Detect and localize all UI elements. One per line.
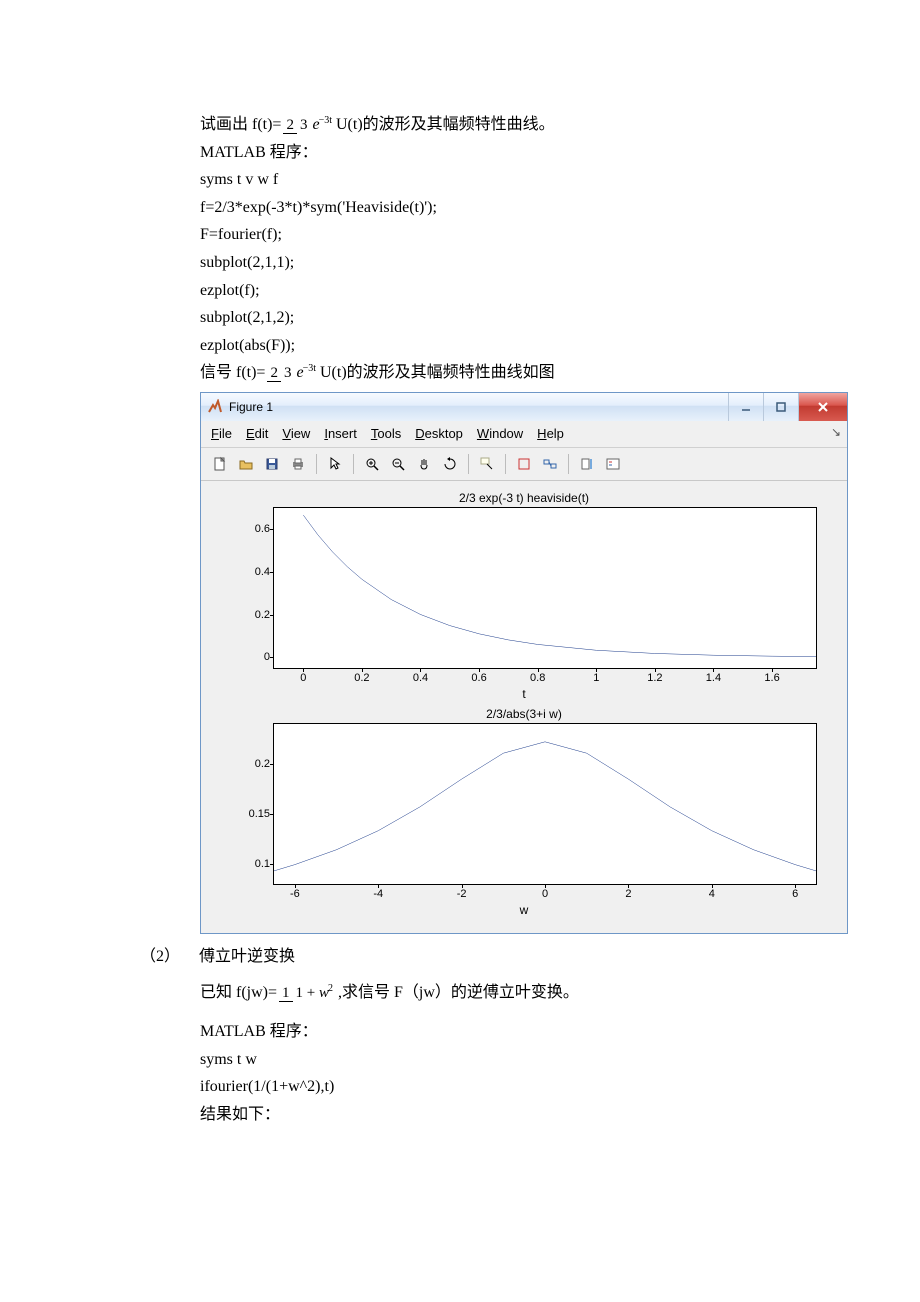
x-tick-label: 1: [593, 672, 599, 684]
text: 试画出 f(t)=: [200, 116, 281, 133]
insert-colorbar-icon[interactable]: [576, 453, 598, 475]
menu-help[interactable]: Help: [537, 426, 564, 441]
section-title: 傅立叶逆变换: [199, 948, 295, 965]
menu-window[interactable]: Window: [477, 426, 523, 441]
code-line: f=2/3*exp(-3*t)*sym('Heaviside(t)');: [200, 195, 860, 221]
document-page: 试画出 f(t)=23e−3t U(t)的波形及其幅频特性曲线。 MATLAB …: [0, 0, 920, 1302]
x-tick-label: 0.4: [413, 672, 428, 684]
x-tick-label: -2: [457, 888, 467, 900]
exponent: −3t: [319, 115, 332, 126]
x-tick-label: 1.6: [764, 672, 779, 684]
window-titlebar[interactable]: Figure 1: [201, 393, 847, 421]
rotate-icon[interactable]: [439, 453, 461, 475]
text: U(t)的波形及其幅频特性曲线如图: [316, 364, 555, 381]
axes-1[interactable]: 00.20.40.600.20.40.60.811.21.41.6: [273, 507, 817, 669]
fraction-numerator: 2: [283, 117, 297, 134]
minimize-button[interactable]: [728, 393, 763, 421]
y-tick-label: 0.15: [234, 808, 270, 820]
text: ,求信号 F（jw）的逆傅立叶变换。: [338, 984, 579, 1001]
x-tick-label: 0.2: [354, 672, 369, 684]
subplot-2: 2/3/abs(3+i w) 0.10.150.2-6-4-20246 w: [221, 707, 827, 917]
x-tick-label: -4: [373, 888, 383, 900]
x-tick-label: 4: [709, 888, 715, 900]
subplot-1: 2/3 exp(-3 t) heaviside(t) 00.20.40.600.…: [221, 491, 827, 701]
menu-bar: File Edit View Insert Tools Desktop Wind…: [201, 421, 847, 448]
menu-view[interactable]: View: [282, 426, 310, 441]
x-tick-label: 0: [542, 888, 548, 900]
data-cursor-icon[interactable]: [476, 453, 498, 475]
code-line: F=fourier(f);: [200, 222, 860, 248]
zoom-out-icon[interactable]: [387, 453, 409, 475]
code-line: syms t w: [200, 1047, 860, 1073]
problem-statement-1: 试画出 f(t)=23e−3t U(t)的波形及其幅频特性曲线。: [200, 112, 860, 138]
x-tick-label: 0.6: [471, 672, 486, 684]
link-icon[interactable]: [539, 453, 561, 475]
y-tick-label: 0.6: [234, 523, 270, 535]
x-tick-label: 0.8: [530, 672, 545, 684]
text: 信号 f(t)=: [200, 364, 265, 381]
menu-file[interactable]: File: [211, 426, 232, 441]
code-line: subplot(2,1,1);: [200, 250, 860, 276]
text: 已知 f(jw)=: [200, 984, 277, 1001]
menu-overflow-icon[interactable]: ↘: [831, 425, 841, 439]
menu-insert[interactable]: Insert: [324, 426, 357, 441]
y-tick-label: 0.1: [234, 858, 270, 870]
matlab-program-label-2: MATLAB 程序：: [200, 1019, 860, 1045]
menu-edit[interactable]: Edit: [246, 426, 268, 441]
save-icon[interactable]: [261, 453, 283, 475]
zoom-in-icon[interactable]: [361, 453, 383, 475]
matlab-icon: [207, 399, 223, 415]
x-tick-label: 6: [792, 888, 798, 900]
new-file-icon[interactable]: [209, 453, 231, 475]
menu-tools[interactable]: Tools: [371, 426, 401, 441]
x-tick-label: 0: [300, 672, 306, 684]
code-line: ezplot(f);: [200, 278, 860, 304]
toolbar: [201, 448, 847, 481]
close-button[interactable]: [798, 393, 847, 421]
plot-area: 2/3 exp(-3 t) heaviside(t) 00.20.40.600.…: [201, 481, 847, 933]
xlabel-2: w: [221, 903, 827, 917]
problem-statement-2: 已知 f(jw)=11 + w2,求信号 F（jw）的逆傅立叶变换。: [200, 980, 860, 1006]
result-label: 结果如下：: [200, 1102, 860, 1128]
xlabel-1: t: [221, 687, 827, 701]
window-title: Figure 1: [229, 400, 273, 414]
matlab-figure-window: Figure 1 File Edit View Insert Tools Des…: [200, 392, 848, 934]
axes-2[interactable]: 0.10.150.2-6-4-20246: [273, 723, 817, 885]
y-tick-label: 0.2: [234, 609, 270, 621]
x-tick-label: -6: [290, 888, 300, 900]
pan-icon[interactable]: [413, 453, 435, 475]
menu-desktop[interactable]: Desktop: [415, 426, 463, 441]
x-tick-label: 1.4: [706, 672, 721, 684]
pointer-icon[interactable]: [324, 453, 346, 475]
fraction-denominator: 3: [297, 117, 311, 133]
section-number: （2）: [140, 944, 195, 970]
print-icon[interactable]: [287, 453, 309, 475]
code-line: syms t v w f: [200, 167, 860, 193]
x-tick-label: 1.2: [647, 672, 662, 684]
result-statement: 信号 f(t)=23e−3t U(t)的波形及其幅频特性曲线如图: [200, 360, 860, 386]
insert-legend-icon[interactable]: [602, 453, 624, 475]
section-heading: （2） 傅立叶逆变换: [140, 944, 860, 970]
maximize-button[interactable]: [763, 393, 798, 421]
y-tick-label: 0.4: [234, 566, 270, 578]
code-line: subplot(2,1,2);: [200, 305, 860, 331]
code-line: ezplot(abs(F));: [200, 333, 860, 359]
chart-title-1: 2/3 exp(-3 t) heaviside(t): [221, 491, 827, 505]
x-tick-label: 2: [625, 888, 631, 900]
brush-icon[interactable]: [513, 453, 535, 475]
matlab-program-label: MATLAB 程序：: [200, 140, 860, 166]
y-tick-label: 0: [234, 651, 270, 663]
code-line: ifourier(1/(1+w^2),t): [200, 1074, 860, 1100]
chart-title-2: 2/3/abs(3+i w): [221, 707, 827, 721]
y-tick-label: 0.2: [234, 758, 270, 770]
open-file-icon[interactable]: [235, 453, 257, 475]
text: U(t)的波形及其幅频特性曲线。: [332, 116, 555, 133]
